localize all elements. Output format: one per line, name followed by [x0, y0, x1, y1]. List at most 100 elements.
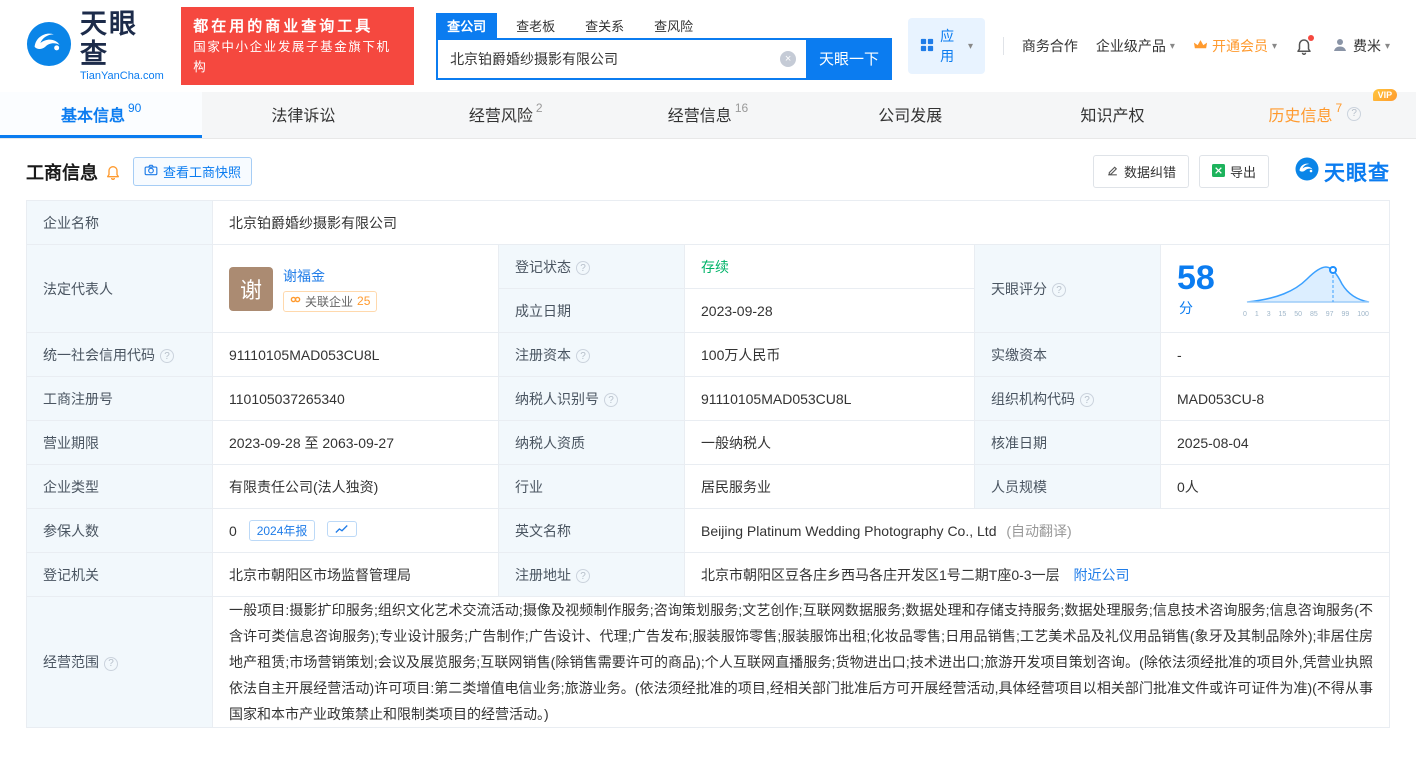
help-icon[interactable]: ? — [1052, 283, 1066, 297]
org-code-value: MAD053CU-8 — [1161, 377, 1390, 421]
search-tab-boss[interactable]: 查老板 — [505, 13, 566, 38]
export-button[interactable]: 导出 — [1199, 155, 1269, 188]
tab-history-info[interactable]: 历史信息 7 ? VIP — [1214, 92, 1416, 138]
field-label-taxpayer-id: 纳税人识别号? — [499, 377, 685, 421]
table-row: 企业名称 北京铂爵婚纱摄影有限公司 — [27, 201, 1390, 245]
vip-badge: VIP — [1373, 89, 1398, 101]
field-label-establish-date: 成立日期 — [499, 289, 685, 333]
field-label-industry: 行业 — [499, 465, 685, 509]
help-icon[interactable]: ? — [576, 349, 590, 363]
promo-line-2: 国家中小企业发展子基金旗下机构 — [193, 38, 402, 77]
camera-icon — [144, 163, 158, 180]
business-term-value: 2023-09-28 至 2063-09-27 — [213, 421, 499, 465]
staff-size-value: 0人 — [1161, 465, 1390, 509]
company-tabbar: 基本信息90 法律诉讼 经营风险2 经营信息16 公司发展 知识产权 历史信息 … — [0, 92, 1416, 139]
auto-translate-note: (自动翻译) — [1006, 523, 1071, 539]
monitor-bell-icon[interactable] — [105, 164, 121, 180]
section-actions: 数据纠错 导出 天眼查 — [1093, 155, 1390, 188]
snapshot-button[interactable]: 查看工商快照 — [133, 157, 252, 186]
user-avatar-icon — [1331, 36, 1349, 57]
field-label-org-code: 组织机构代码? — [975, 377, 1161, 421]
excel-icon — [1212, 164, 1225, 180]
search-box: × — [436, 38, 806, 80]
english-name-value: Beijing Platinum Wedding Photography Co.… — [685, 509, 1390, 553]
help-icon[interactable]: ? — [576, 261, 590, 275]
field-label-taxpayer-quality: 纳税人资质 — [499, 421, 685, 465]
table-row: 参保人数 0 2024年报 英文名称 Beijing Platinum Wedd… — [27, 509, 1390, 553]
company-type-value: 有限责任公司(法人独资) — [213, 465, 499, 509]
search-button[interactable]: 天眼一下 — [806, 38, 892, 80]
search-area: 查公司 查老板 查关系 查风险 × 天眼一下 — [436, 13, 892, 80]
reg-address-value: 北京市朝阳区豆各庄乡西马各庄开发区1号二期T座0-3一层 附近公司 — [685, 553, 1390, 597]
tianyancha-swirl-icon — [1295, 157, 1319, 186]
nav-open-vip[interactable]: 开通会员 ▾ — [1193, 36, 1277, 56]
table-row: 营业期限 2023-09-28 至 2063-09-27 纳税人资质 一般纳税人… — [27, 421, 1390, 465]
help-icon[interactable]: ? — [604, 393, 618, 407]
tab-intellectual-property[interactable]: 知识产权 — [1011, 92, 1213, 138]
tab-company-development[interactable]: 公司发展 — [809, 92, 1011, 138]
grid-icon — [920, 38, 934, 55]
tab-legal-proceedings[interactable]: 法律诉讼 — [202, 92, 404, 138]
legal-rep-value: 谢 谢福金 关联企业 25 — [213, 245, 499, 333]
field-label-english-name: 英文名称 — [499, 509, 685, 553]
link-icon — [290, 294, 301, 308]
approval-date-value: 2025-08-04 — [1161, 421, 1390, 465]
taxpayer-id-value: 91110105MAD053CU8L — [685, 377, 975, 421]
notification-dot — [1308, 35, 1314, 41]
tab-operating-risk[interactable]: 经营风险2 — [405, 92, 607, 138]
notifications-bell-icon[interactable] — [1295, 37, 1313, 55]
divider — [1003, 37, 1004, 55]
search-tab-relation[interactable]: 查关系 — [574, 13, 635, 38]
search-input[interactable] — [438, 40, 806, 78]
help-icon[interactable]: ? — [160, 349, 174, 363]
tianyancha-company-page: 天眼查 TianYanCha.com 都在用的商业查询工具 国家中小企业发展子基… — [0, 0, 1416, 771]
taxpayer-quality-value: 一般纳税人 — [685, 421, 975, 465]
trend-chart-icon[interactable] — [327, 521, 357, 537]
chevron-down-icon: ▾ — [1385, 41, 1390, 52]
nearby-companies-link[interactable]: 附近公司 — [1073, 567, 1129, 583]
annual-report-chip[interactable]: 2024年报 — [249, 520, 316, 541]
related-companies-chip[interactable]: 关联企业 25 — [283, 291, 377, 312]
clear-search-icon[interactable]: × — [780, 51, 796, 67]
field-label-company-name: 企业名称 — [27, 201, 213, 245]
chevron-down-icon: ▾ — [968, 41, 973, 52]
search-tabs: 查公司 查老板 查关系 查风险 — [436, 13, 892, 38]
data-correction-button[interactable]: 数据纠错 — [1093, 155, 1189, 188]
help-icon[interactable]: ? — [576, 569, 590, 583]
legal-rep-name-link[interactable]: 谢福金 — [283, 266, 377, 286]
field-label-reg-capital: 注册资本? — [499, 333, 685, 377]
help-icon[interactable]: ? — [1080, 393, 1094, 407]
search-tab-risk[interactable]: 查风险 — [643, 13, 704, 38]
reg-status-value: 存续 — [685, 245, 975, 289]
tab-operating-info[interactable]: 经营信息16 — [607, 92, 809, 138]
company-name-value: 北京铂爵婚纱摄影有限公司 — [213, 201, 1390, 245]
help-icon[interactable]: ? — [104, 657, 118, 671]
section-header: 工商信息 查看工商快照 数据纠错 导出 天眼查 — [0, 139, 1416, 200]
field-label-reg-authority: 登记机关 — [27, 553, 213, 597]
tianyancha-swirl-icon — [26, 21, 72, 72]
header-nav: 应用 ▾ 商务合作 企业级产品▾ 开通会员 ▾ 费米 ▾ — [908, 18, 1390, 74]
reg-authority-value: 北京市朝阳区市场监督管理局 — [213, 553, 499, 597]
reg-number-value: 110105037265340 — [213, 377, 499, 421]
apps-label: 应用 — [940, 26, 962, 66]
section-title: 工商信息 — [26, 159, 98, 185]
legal-rep-avatar[interactable]: 谢 — [229, 267, 273, 311]
nav-business-cooperation[interactable]: 商务合作 — [1022, 36, 1078, 56]
field-label-business-term: 营业期限 — [27, 421, 213, 465]
promo-line-1: 都在用的商业查询工具 — [193, 15, 402, 38]
nav-enterprise-products[interactable]: 企业级产品▾ — [1096, 36, 1175, 56]
field-label-business-scope: 经营范围? — [27, 597, 213, 728]
apps-menu[interactable]: 应用 ▾ — [908, 18, 985, 74]
table-row: 经营范围? 一般项目:摄影扩印服务;组织文化艺术交流活动;摄像及视频制作服务;咨… — [27, 597, 1390, 728]
tab-basic-info[interactable]: 基本信息90 — [0, 92, 202, 138]
tianyancha-logo[interactable]: 天眼查 TianYanCha.com — [26, 10, 165, 81]
score-value: 58分 0131550859799100 — [1161, 245, 1390, 333]
promo-banner: 都在用的商业查询工具 国家中小企业发展子基金旗下机构 — [181, 7, 414, 85]
search-tab-company[interactable]: 查公司 — [436, 13, 497, 38]
table-row: 登记机关 北京市朝阳区市场监督管理局 注册地址? 北京市朝阳区豆各庄乡西马各庄开… — [27, 553, 1390, 597]
field-label-reg-address: 注册地址? — [499, 553, 685, 597]
help-icon[interactable]: ? — [1347, 107, 1361, 121]
user-menu[interactable]: 费米 ▾ — [1331, 36, 1390, 57]
table-row: 工商注册号 110105037265340 纳税人识别号? 91110105MA… — [27, 377, 1390, 421]
field-label-reg-number: 工商注册号 — [27, 377, 213, 421]
